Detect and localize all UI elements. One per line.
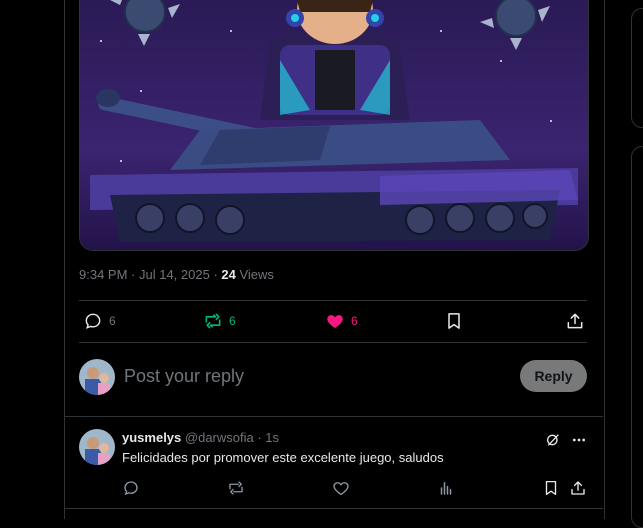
meta-separator: · [127,267,139,282]
tank-character-illustration [80,0,588,250]
repost-count: 6 [229,314,236,328]
avatar[interactable] [79,359,115,395]
divider [79,300,587,301]
author-name[interactable]: yusmelys [122,430,181,445]
divider [79,342,587,343]
reply-action-bar [122,479,587,499]
reply-button[interactable]: 6 [83,307,116,335]
like-icon[interactable] [332,479,350,497]
like-button[interactable]: 6 [325,307,358,335]
share-button[interactable] [565,307,585,335]
reply-submit-button[interactable]: Reply [520,360,587,392]
post-meta: 9:34 PM · Jul 14, 2025 · 24 Views [79,267,274,282]
bookmark-icon[interactable] [542,479,560,497]
avatar-image [79,359,115,395]
repost-icon [205,313,221,329]
post-action-bar: 6 6 6 [79,307,587,335]
post-date[interactable]: Jul 14, 2025 [139,267,210,282]
meta-separator: · [253,430,266,445]
reply-text: Felicidades por promover este excelente … [122,450,444,465]
reply-composer: Post your reply Reply [79,358,587,396]
avatar-image [79,429,115,465]
bookmark-button[interactable] [444,307,464,335]
views-icon[interactable] [437,479,455,497]
views-count: 24 [221,267,236,282]
grok-icon[interactable] [545,432,561,448]
repost-button[interactable]: 6 [203,307,236,335]
sidebar-card [631,8,643,128]
reply-count: 6 [109,314,116,328]
reply-icon[interactable] [122,479,140,497]
share-icon [567,313,583,329]
post-time[interactable]: 9:34 PM [79,267,127,282]
post-image[interactable] [79,0,589,251]
bookmark-icon [448,313,460,329]
divider [64,416,603,417]
divider [64,508,603,509]
like-icon [327,315,343,329]
share-icon[interactable] [569,479,587,497]
like-count: 6 [351,314,358,328]
views-label: Views [235,267,274,282]
meta-separator: · [209,267,222,282]
author-handle[interactable]: @darwsofia [185,430,254,445]
reply-time[interactable]: 1s [265,430,279,445]
reply-icon [85,313,101,329]
repost-icon[interactable] [227,479,245,497]
avatar[interactable] [79,429,115,465]
reply-header: yusmelys @darwsofia · 1s [122,430,279,445]
reply-post[interactable]: yusmelys @darwsofia · 1s Felicidades por… [79,428,587,508]
more-icon[interactable] [571,432,587,448]
sidebar-card [631,146,643,528]
reply-input[interactable]: Post your reply [124,366,244,387]
reply-tools [545,432,587,448]
